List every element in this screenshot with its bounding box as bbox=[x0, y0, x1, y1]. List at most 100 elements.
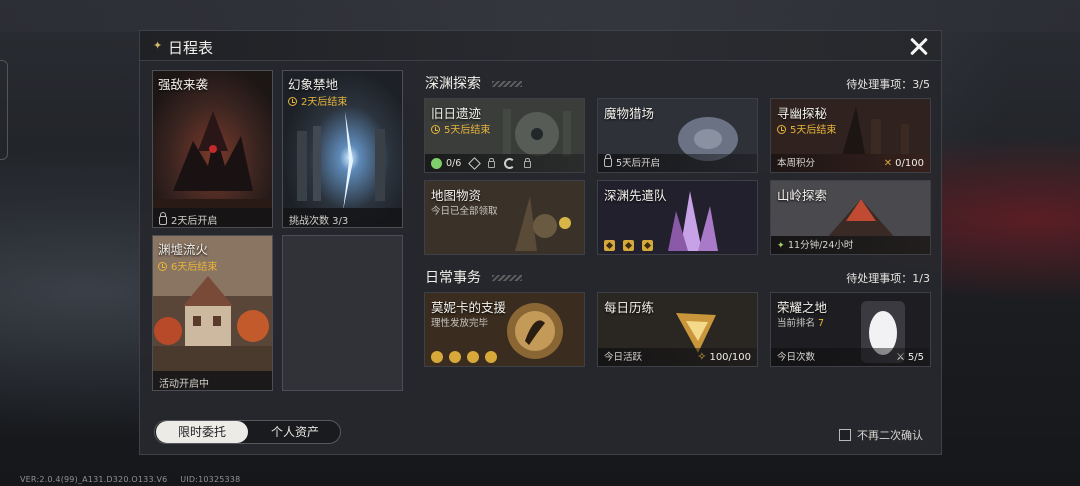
card-footer-text: 活动开启中 bbox=[159, 379, 209, 390]
no-reconfirm-option[interactable]: 不再二次确认 bbox=[839, 427, 923, 443]
card-name: 魔物猎场 bbox=[604, 106, 655, 121]
schedule-panel: ✦ 日程表 强敌来袭 2天后开启 幻象禁地 2天后结束 挑战次数 3/3 渊墟流… bbox=[139, 30, 942, 455]
card-name: 每日历练 bbox=[604, 300, 655, 315]
potion-icon bbox=[485, 351, 497, 363]
card-name: 深渊先遣队 bbox=[604, 188, 667, 203]
card-footer: ✦ 11分钟/24小时 bbox=[777, 237, 853, 251]
section-decoration bbox=[492, 275, 522, 281]
panel-header: ✦ 日程表 bbox=[140, 31, 941, 61]
activity-star-icon: ✧ bbox=[697, 350, 707, 363]
swirl-icon bbox=[504, 158, 516, 169]
clock-icon bbox=[288, 97, 297, 106]
background-hud-strip bbox=[0, 0, 1080, 32]
card-footer-text: 2天后开启 bbox=[171, 216, 218, 227]
daily-pending-count: 待处理事项：1/3 bbox=[846, 272, 930, 285]
lock-icon bbox=[488, 158, 496, 168]
hourglass-icon bbox=[642, 240, 653, 251]
abyss-card-map-supplies[interactable]: 地图物资 今日已全部领取 bbox=[424, 180, 585, 255]
abyss-card-seek-explore[interactable]: 寻幽探秘 5天后结束 本周积分 ✕ 0/100 bbox=[770, 98, 931, 173]
abyss-pending-count: 待处理事项：3/5 bbox=[846, 78, 930, 91]
card-timer: 2天后结束 bbox=[288, 93, 347, 108]
card-timer-text: 6天后结束 bbox=[171, 262, 218, 273]
card-task-icons: 0/6 bbox=[431, 157, 532, 170]
card-timer: 5天后结束 bbox=[431, 121, 490, 136]
version-info: VER:2.0.4(99)_A131.D320.O133.V6 UID:1032… bbox=[20, 475, 250, 484]
hourglass-icon bbox=[604, 240, 615, 251]
sword-icon: ⚔ bbox=[895, 352, 905, 363]
hourglass-icon bbox=[623, 240, 634, 251]
sparkle-icon: ✦ bbox=[153, 39, 163, 52]
card-footer-left: 本周积分 bbox=[777, 158, 816, 169]
limited-card-illusion[interactable]: 幻象禁地 2天后结束 挑战次数 3/3 bbox=[282, 70, 403, 228]
card-progress: 0/6 bbox=[446, 158, 462, 169]
card-footer-right: ✕ 0/100 bbox=[884, 158, 924, 169]
card-footer-right: ✧ 100/100 bbox=[697, 350, 751, 363]
card-rank: 当前排名 7 bbox=[777, 315, 824, 329]
section-decoration bbox=[492, 81, 522, 87]
strong-enemy-art bbox=[153, 71, 272, 227]
clock-icon bbox=[777, 125, 786, 134]
card-timer: 5天后结束 bbox=[777, 121, 836, 136]
sparkle-icon: ✦ bbox=[777, 241, 785, 251]
tab-personal-assets[interactable]: 个人资产 bbox=[249, 421, 340, 443]
card-footer: 挑战次数 3/3 bbox=[283, 208, 402, 227]
lock-icon bbox=[159, 212, 167, 225]
card-footer-left: 今日次数 bbox=[777, 352, 816, 363]
card-footer-text: 挑战次数 3/3 bbox=[289, 216, 349, 227]
card-reward-icons bbox=[604, 240, 653, 251]
card-footer: 2天后开启 bbox=[153, 208, 272, 227]
card-name: 荣耀之地 bbox=[777, 300, 828, 315]
daily-card-daily-training[interactable]: 每日历练 今日活跃 ✧ 100/100 bbox=[597, 292, 758, 367]
card-subtext: 理性发放完毕 bbox=[431, 318, 489, 329]
daily-card-monica-support[interactable]: 莫妮卡的支援 理性发放完毕 bbox=[424, 292, 585, 367]
abyss-card-monster-hunt[interactable]: 魔物猎场 5天后开启 bbox=[597, 98, 758, 173]
lock-icon bbox=[604, 154, 612, 167]
card-footer-text: 5天后开启 bbox=[616, 158, 661, 169]
limited-card-strong-enemy[interactable]: 强敌来袭 2天后开启 bbox=[152, 70, 273, 228]
card-footer-left: 今日活跃 bbox=[604, 352, 643, 363]
card-footer-right: ⚔ 5/5 bbox=[896, 352, 924, 363]
panel-title: 日程表 bbox=[168, 39, 214, 57]
card-name: 莫妮卡的支援 bbox=[431, 300, 507, 315]
tab-limited-commission[interactable]: 限时委托 bbox=[156, 421, 248, 443]
rank-label: 当前排名 bbox=[777, 318, 816, 329]
no-reconfirm-label: 不再二次确认 bbox=[857, 429, 923, 442]
abyss-card-mountain[interactable]: 山岭探索 ✦ 11分钟/24小时 bbox=[770, 180, 931, 255]
limited-card-abyss-fire[interactable]: 渊墟流火 6天后结束 活动开启中 bbox=[152, 235, 273, 391]
card-subtext: 今日已全部领取 bbox=[431, 206, 498, 217]
card-name: 地图物资 bbox=[431, 188, 482, 203]
card-name: 寻幽探秘 bbox=[777, 106, 828, 121]
no-reconfirm-checkbox[interactable] bbox=[839, 429, 851, 441]
uid-text: UID:10325338 bbox=[180, 475, 241, 484]
card-timer-text: 5天后结束 bbox=[444, 125, 491, 136]
card-footer: 活动开启中 bbox=[153, 371, 272, 390]
card-name: 渊墟流火 bbox=[158, 242, 209, 257]
daily-card-glory-land[interactable]: 荣耀之地 当前排名 7 今日次数 ⚔ 5/5 bbox=[770, 292, 931, 367]
daily-section-title: 日常事务 bbox=[425, 270, 481, 286]
card-footer: 5天后开启 bbox=[604, 154, 661, 169]
card-timer: 6天后结束 bbox=[158, 258, 217, 273]
key-icon bbox=[449, 351, 461, 363]
clock-icon bbox=[158, 262, 167, 271]
lock-icon bbox=[524, 158, 532, 168]
crossed-swords-icon: ✕ bbox=[883, 158, 893, 169]
card-score: 100/100 bbox=[709, 352, 751, 363]
card-timer-text: 5天后结束 bbox=[790, 125, 837, 136]
card-name: 山岭探索 bbox=[777, 188, 828, 203]
card-score: 5/5 bbox=[907, 352, 924, 363]
limited-card-empty-slot bbox=[282, 235, 403, 391]
diamond-icon bbox=[468, 157, 482, 170]
side-tab-handle bbox=[0, 60, 8, 160]
commission-toggle: 限时委托 个人资产 bbox=[154, 420, 341, 444]
bell-icon bbox=[467, 351, 479, 363]
abyss-card-vanguard[interactable]: 深渊先遣队 bbox=[597, 180, 758, 255]
spiral-icon bbox=[431, 158, 442, 169]
coin-icon bbox=[431, 351, 443, 363]
close-button[interactable] bbox=[907, 34, 931, 58]
rank-value: 7 bbox=[818, 318, 825, 329]
card-name: 强敌来袭 bbox=[158, 77, 209, 92]
card-reward-icons bbox=[431, 351, 497, 363]
abyss-card-old-ruins[interactable]: 旧日遗迹 5天后结束 0/6 bbox=[424, 98, 585, 173]
card-name: 旧日遗迹 bbox=[431, 106, 482, 121]
card-footer-text: 11分钟/24小时 bbox=[788, 240, 854, 251]
